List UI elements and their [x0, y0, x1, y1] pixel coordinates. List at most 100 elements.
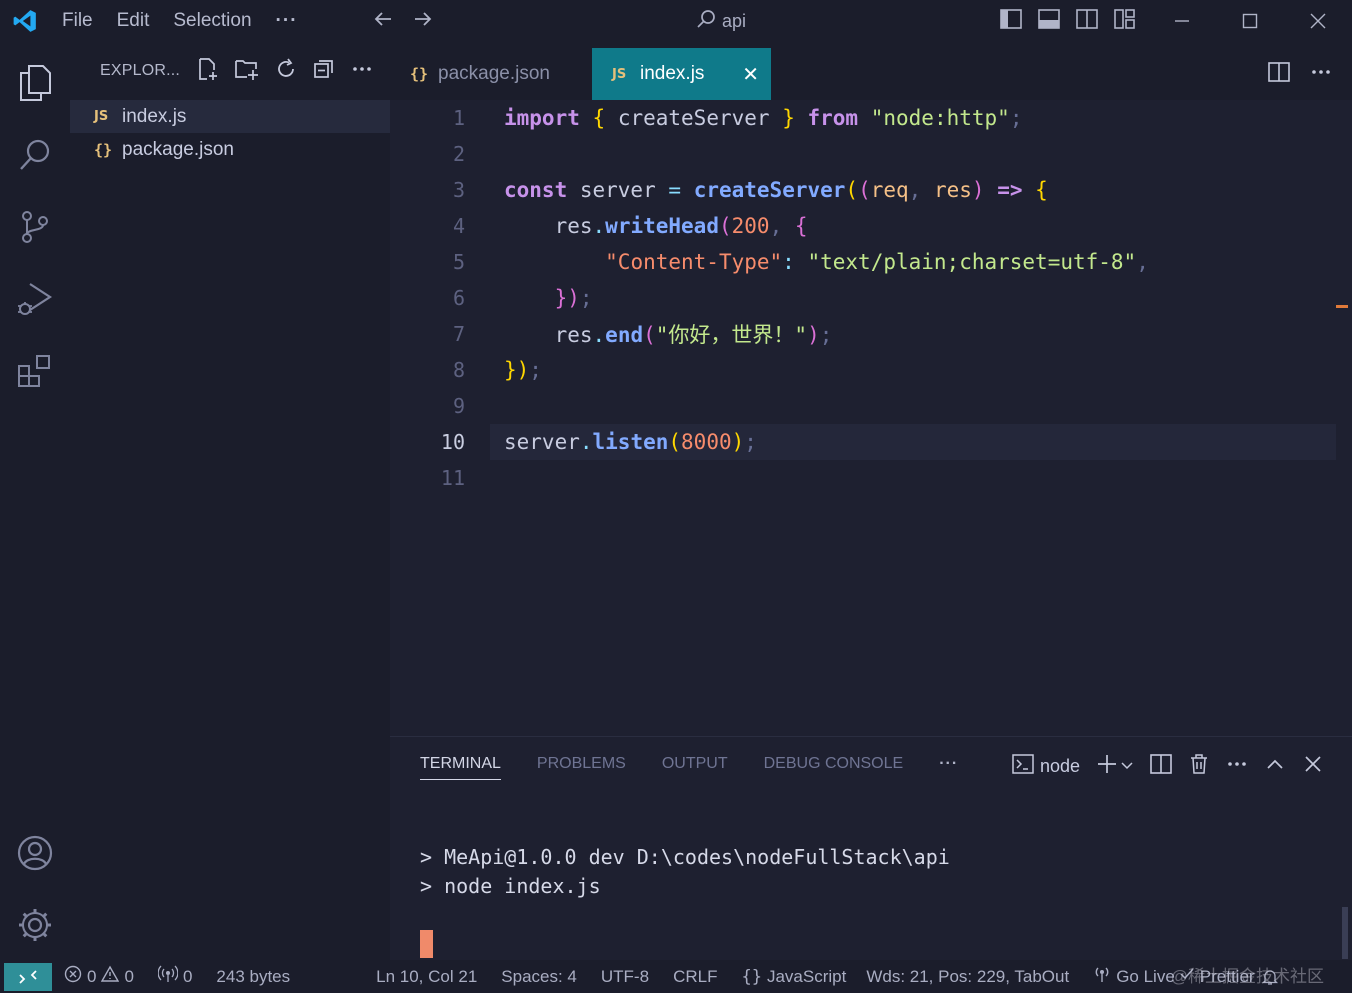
search-activity-icon[interactable] — [14, 134, 56, 176]
explorer-title: EXPLOR... — [100, 62, 181, 79]
word-count[interactable]: Wds: 21, Pos: 229, TabOut — [866, 967, 1069, 987]
explorer-actions — [196, 57, 374, 86]
line-ending[interactable]: CRLF — [673, 967, 717, 987]
window-controls — [1148, 0, 1352, 42]
file-size: 243 bytes — [216, 966, 291, 986]
explorer-more-icon[interactable] — [350, 57, 374, 86]
file-name: package.json — [122, 138, 234, 160]
menu-more[interactable]: ··· — [264, 10, 310, 32]
go-live-icon — [1093, 965, 1111, 988]
editor-more-icon[interactable] — [1310, 62, 1332, 87]
new-terminal-icon[interactable] — [1096, 753, 1118, 780]
language-label: JavaScript — [766, 966, 847, 986]
panel-more-icon[interactable] — [1226, 753, 1248, 780]
panel-tabs: TERMINAL PROBLEMS OUTPUT DEBUG CONSOLE ·… — [420, 755, 958, 780]
vscode-logo-icon — [0, 0, 50, 42]
warning-count: 0 — [124, 966, 134, 986]
tab-index-js[interactable]: JS index.js ✕ — [592, 48, 771, 100]
tab-output[interactable]: OUTPUT — [662, 755, 728, 780]
close-window-icon[interactable] — [1284, 0, 1352, 42]
close-tab-icon[interactable]: ✕ — [742, 62, 759, 87]
layout-controls — [1000, 0, 1136, 42]
file-name: index.js — [122, 105, 187, 127]
code-line: 5 "Content-Type": "text/plain;charset=ut… — [452, 250, 1149, 274]
maximize-icon[interactable] — [1216, 0, 1284, 42]
json-file-icon: {} — [94, 140, 113, 159]
code-line: 7 res.end("你好，世界！"); — [452, 322, 833, 347]
account-icon[interactable] — [14, 832, 56, 874]
settings-gear-icon[interactable] — [14, 904, 56, 946]
tab-label: package.json — [438, 63, 550, 84]
tab-terminal[interactable]: TERMINAL — [420, 755, 501, 780]
menu-file[interactable]: File — [50, 10, 105, 32]
chevron-down-icon[interactable] — [1120, 756, 1134, 777]
overview-ruler-marker — [1336, 305, 1348, 308]
bottom-panel: TERMINAL PROBLEMS OUTPUT DEBUG CONSOLE ·… — [390, 736, 1352, 960]
trash-icon[interactable] — [1188, 753, 1210, 780]
language-mode[interactable]: {} JavaScript — [741, 967, 846, 987]
prettier-status[interactable]: Prettier @稀土掘金技术社区 — [1171, 966, 1324, 987]
braces-icon: {} — [741, 966, 762, 987]
title-bar: File Edit Selection ··· api — [0, 0, 1352, 42]
collapse-all-icon[interactable] — [312, 57, 336, 86]
refresh-icon[interactable] — [274, 57, 298, 86]
run-debug-icon[interactable] — [14, 278, 56, 320]
new-file-icon[interactable] — [196, 57, 220, 86]
go-live-button[interactable]: Go Live — [1093, 965, 1175, 988]
close-panel-icon[interactable] — [1302, 753, 1324, 780]
new-folder-icon[interactable] — [234, 57, 260, 86]
terminal-output-line: > MeApi@1.0.0 dev D:\codes\nodeFullStack… — [420, 845, 950, 869]
go-live-label: Go Live — [1116, 966, 1175, 986]
customize-layout-icon[interactable] — [1114, 8, 1136, 34]
terminal-icon — [1012, 753, 1034, 780]
file-item-package-json[interactable]: {} package.json — [70, 133, 390, 166]
command-center-search[interactable]: api — [696, 8, 746, 34]
error-count: 0 — [87, 966, 97, 986]
tab-package-json[interactable]: {} package.json — [390, 48, 592, 100]
encoding[interactable]: UTF-8 — [601, 967, 649, 987]
file-item-index-js[interactable]: JS index.js — [70, 100, 390, 133]
panel-more-tabs[interactable]: ··· — [939, 755, 958, 780]
code-line: 11 — [440, 466, 465, 490]
broadcast-icon — [157, 965, 179, 988]
indentation[interactable]: Spaces: 4 — [501, 967, 577, 987]
problems-status[interactable]: 0 0 — [64, 965, 134, 988]
toggle-primary-sidebar-icon[interactable] — [1000, 8, 1022, 34]
activity-bar — [0, 42, 70, 960]
warning-icon — [101, 965, 120, 988]
menu-edit[interactable]: Edit — [105, 10, 162, 32]
explorer-icon[interactable] — [14, 62, 56, 104]
editor-tab-bar: {} package.json JS index.js ✕ — [390, 42, 1352, 100]
code-line: 10 server.listen(8000); — [440, 430, 757, 454]
code-editor[interactable]: 1 import { createServer } from "node:http… — [390, 100, 1352, 736]
forward-arrow-icon[interactable] — [412, 8, 434, 35]
extensions-icon[interactable] — [14, 350, 56, 392]
terminal-shell-name[interactable]: node — [1040, 756, 1080, 777]
cursor-position[interactable]: Ln 10, Col 21 — [376, 967, 477, 987]
code-line: 6 }); — [452, 286, 593, 310]
terminal-cursor — [420, 930, 433, 958]
error-icon — [64, 965, 82, 988]
watermark-text: @稀土掘金技术社区 — [1170, 967, 1325, 986]
code-line: 3 const server = createServer((req, res) … — [452, 178, 1048, 202]
split-terminal-icon[interactable] — [1150, 753, 1172, 780]
tab-debug-console[interactable]: DEBUG CONSOLE — [764, 755, 904, 780]
code-line: 8}); — [452, 358, 542, 382]
maximize-panel-icon[interactable] — [1264, 753, 1286, 780]
back-arrow-icon[interactable] — [372, 8, 394, 35]
terminal-scrollbar[interactable] — [1342, 907, 1348, 959]
minimize-icon[interactable] — [1148, 0, 1216, 42]
json-file-icon: {} — [410, 65, 429, 83]
toggle-secondary-sidebar-icon[interactable] — [1076, 8, 1098, 34]
js-file-icon: JS — [94, 109, 109, 124]
toggle-panel-icon[interactable] — [1038, 8, 1060, 34]
ports-status[interactable]: 0 — [157, 965, 193, 988]
code-line: 4 res.writeHead(200, { — [452, 214, 808, 238]
split-editor-icon[interactable] — [1268, 61, 1290, 87]
menu-selection[interactable]: Selection — [161, 10, 263, 32]
tab-problems[interactable]: PROBLEMS — [537, 755, 626, 780]
remote-indicator[interactable] — [4, 962, 52, 991]
explorer-header: EXPLOR... — [70, 42, 390, 100]
source-control-icon[interactable] — [14, 206, 56, 248]
ports-count: 0 — [182, 966, 193, 986]
